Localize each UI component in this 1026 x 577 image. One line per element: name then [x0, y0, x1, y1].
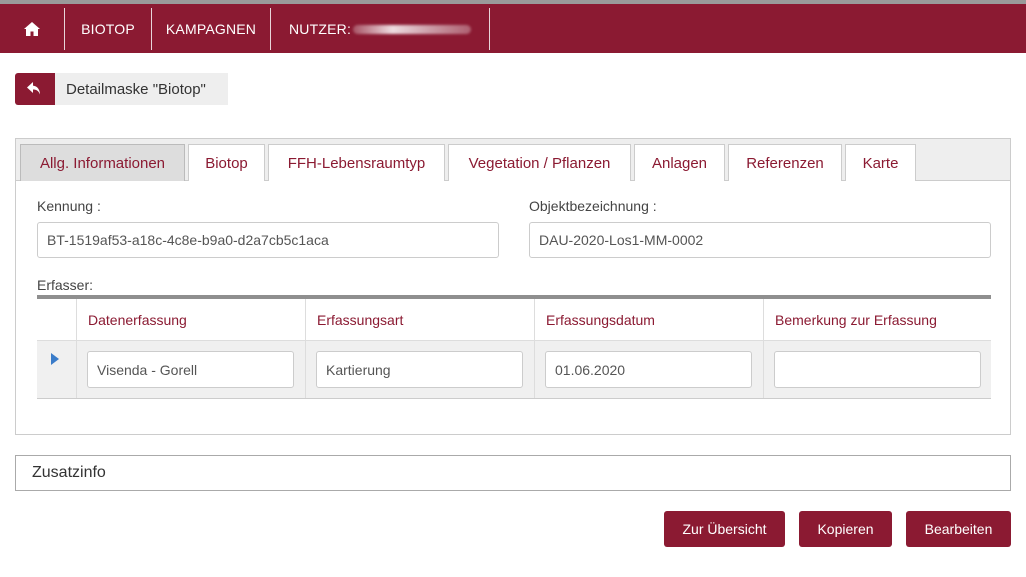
- detail-panel: Allg. Informationen Biotop FFH-Lebensrau…: [15, 138, 1011, 435]
- nav-kampagnen-label: KAMPAGNEN: [165, 21, 257, 37]
- erfasser-grid-header: Datenerfassung Erfassungsart Erfassungsd…: [37, 299, 991, 341]
- nav-kampagnen[interactable]: KAMPAGNEN: [152, 8, 271, 50]
- kennung-input[interactable]: [37, 222, 499, 258]
- tab-anlagen[interactable]: Anlagen: [634, 144, 725, 181]
- cell-erfassungsart: [305, 341, 534, 398]
- tab-ffh-lebensraumtyp[interactable]: FFH-Lebensraumtyp: [268, 144, 445, 181]
- zusatzinfo-label: Zusatzinfo: [32, 464, 106, 481]
- tab-label: Biotop: [205, 154, 248, 172]
- tab-allg-informationen[interactable]: Allg. Informationen: [20, 144, 185, 181]
- column-header-erfassungsdatum[interactable]: Erfassungsdatum: [534, 299, 763, 340]
- nav-user-label: NUTZER:: [289, 21, 352, 37]
- cell-datenerfassung: [76, 341, 305, 398]
- tab-karte[interactable]: Karte: [845, 144, 916, 181]
- cell-erfassungsdatum: [534, 341, 763, 398]
- datenerfassung-input[interactable]: [87, 351, 294, 388]
- home-icon: [24, 22, 40, 36]
- page-title: Detailmaske "Biotop": [55, 73, 228, 105]
- nav-home[interactable]: [0, 8, 65, 50]
- zusatzinfo-panel[interactable]: Zusatzinfo: [15, 455, 1011, 491]
- nav-user[interactable]: NUTZER:: [271, 8, 490, 50]
- erfassungsart-input[interactable]: [316, 351, 523, 388]
- tab-biotop[interactable]: Biotop: [188, 144, 265, 181]
- erfassungsdatum-input[interactable]: [545, 351, 752, 388]
- grid-indicator-header: [37, 299, 76, 340]
- bemerkung-input[interactable]: [774, 351, 981, 388]
- column-header-datenerfassung[interactable]: Datenerfassung: [76, 299, 305, 340]
- row-indicator: [37, 341, 76, 398]
- tab-bar: Allg. Informationen Biotop FFH-Lebensrau…: [16, 139, 1010, 181]
- kennung-label: Kennung :: [37, 198, 101, 214]
- back-arrow-icon: [27, 82, 40, 95]
- overview-button[interactable]: Zur Übersicht: [664, 511, 785, 547]
- tab-label: Vegetation / Pflanzen: [468, 154, 611, 172]
- nav-biotop[interactable]: BIOTOP: [65, 8, 152, 50]
- table-row[interactable]: [37, 341, 991, 399]
- tab-label: FFH-Lebensraumtyp: [287, 154, 426, 172]
- nav-biotop-label: BIOTOP: [81, 21, 135, 37]
- tab-vegetation-pflanzen[interactable]: Vegetation / Pflanzen: [448, 144, 631, 181]
- column-header-erfassungsart[interactable]: Erfassungsart: [305, 299, 534, 340]
- top-navbar: BIOTOP KAMPAGNEN NUTZER:: [0, 0, 1026, 53]
- tab-label: Allg. Informationen: [39, 154, 166, 172]
- copy-button[interactable]: Kopieren: [799, 511, 892, 547]
- main-nav: BIOTOP KAMPAGNEN NUTZER:: [0, 8, 490, 50]
- objektbezeichnung-input[interactable]: [529, 222, 991, 258]
- tab-label: Referenzen: [746, 154, 824, 172]
- edit-button[interactable]: Bearbeiten: [906, 511, 1011, 547]
- column-header-bemerkung[interactable]: Bemerkung zur Erfassung: [763, 299, 991, 340]
- tab-referenzen[interactable]: Referenzen: [728, 144, 842, 181]
- cell-bemerkung: [763, 341, 991, 398]
- user-name-redacted: [353, 24, 471, 34]
- erfasser-label: Erfasser:: [37, 277, 94, 293]
- tab-label: Karte: [862, 154, 899, 172]
- row-pointer-icon: [51, 353, 59, 365]
- tab-label: Anlagen: [651, 154, 708, 172]
- back-button[interactable]: [15, 73, 55, 105]
- objektbezeichnung-label: Objektbezeichnung :: [529, 198, 657, 214]
